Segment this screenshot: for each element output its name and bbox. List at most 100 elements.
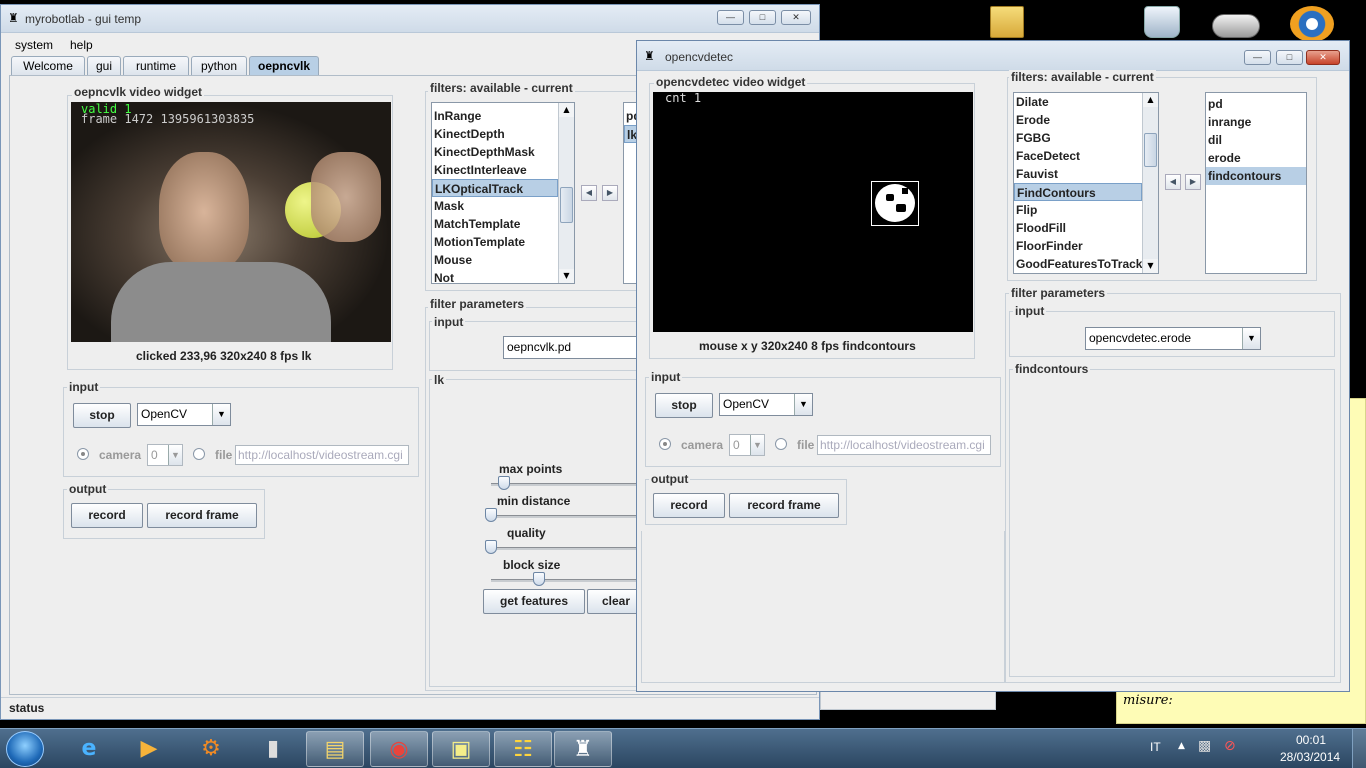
list-item-selected[interactable]: findcontours xyxy=(1206,167,1306,185)
list-item[interactable]: KinectDepthMask xyxy=(432,143,558,161)
maximize-button[interactable]: □ xyxy=(1276,50,1303,65)
min-distance-knob[interactable] xyxy=(485,508,497,522)
list-item[interactable]: Not xyxy=(432,269,558,283)
clock-time[interactable]: 00:01 xyxy=(1296,733,1326,747)
recycle-bin-icon[interactable] xyxy=(1144,6,1180,38)
clock-date[interactable]: 28/03/2014 xyxy=(1280,750,1340,764)
scroll-thumb[interactable] xyxy=(1144,133,1157,167)
media-player-icon[interactable]: ▶ xyxy=(120,731,178,767)
quality-slider[interactable] xyxy=(491,547,651,550)
remove-filter-arrow-icon[interactable]: ◀ xyxy=(581,185,597,201)
desktop-folder-icon[interactable] xyxy=(990,6,1024,38)
close-button[interactable]: ✕ xyxy=(1306,50,1340,65)
list-item[interactable]: MotionTemplate xyxy=(432,233,558,251)
list-item[interactable]: FloorFinder xyxy=(1014,237,1142,255)
start-button-icon[interactable] xyxy=(6,731,44,767)
min-distance-slider[interactable] xyxy=(491,515,651,518)
cv-record-button[interactable]: record xyxy=(653,493,725,518)
cv-file-url-field[interactable]: http://localhost/videostream.cgi xyxy=(817,435,991,455)
quality-knob[interactable] xyxy=(485,540,497,554)
list-item[interactable]: Dilate xyxy=(1014,93,1142,111)
list-item[interactable]: FloodFill xyxy=(1014,219,1142,237)
tab-runtime[interactable]: runtime xyxy=(123,56,189,75)
record-frame-button[interactable]: record frame xyxy=(147,503,257,528)
chrome-icon[interactable]: ◉ xyxy=(370,731,428,767)
list-item[interactable]: FaceDetect xyxy=(1014,147,1142,165)
tray-expand-icon[interactable]: ▲ xyxy=(1178,741,1185,751)
add-filter-arrow-icon[interactable]: ▶ xyxy=(602,185,618,201)
scroll-up-icon[interactable]: ▲ xyxy=(1143,93,1158,107)
record-button[interactable]: record xyxy=(71,503,143,528)
list-item[interactable]: Mask xyxy=(432,197,558,215)
list-item[interactable]: Erode xyxy=(1014,111,1142,129)
sticky-notes-icon[interactable]: ▣ xyxy=(432,731,490,767)
app-launcher-icon[interactable]: ▮ xyxy=(244,731,302,767)
tool-app-icon[interactable]: ⚙ xyxy=(182,731,240,767)
list-item[interactable]: GoodFeaturesToTrack xyxy=(1014,255,1142,273)
list-item-selected[interactable]: LKOpticalTrack xyxy=(432,179,558,197)
minimize-button[interactable]: — xyxy=(1244,50,1271,65)
cv-camera-index-select[interactable]: 0 ▼ xyxy=(729,434,765,456)
cv-filters-scrollbar[interactable]: ▲ ▼ xyxy=(1142,93,1158,273)
scroll-thumb[interactable] xyxy=(560,187,573,223)
list-item-selected[interactable]: FindContours xyxy=(1014,183,1142,201)
list-item[interactable]: erode xyxy=(1206,149,1306,167)
file-radio[interactable] xyxy=(193,448,205,460)
list-item[interactable]: InRange xyxy=(432,107,558,125)
camera-index-select[interactable]: 0 ▼ xyxy=(147,444,183,466)
scroll-down-icon[interactable]: ▼ xyxy=(1143,259,1158,273)
params-input-select[interactable]: oepncvlk.pd xyxy=(503,336,653,359)
cv-add-filter-arrow-icon[interactable]: ▶ xyxy=(1185,174,1201,190)
block-size-knob[interactable] xyxy=(533,572,545,586)
list-item[interactable]: pd xyxy=(1206,95,1306,113)
scroll-down-icon[interactable]: ▼ xyxy=(559,269,574,283)
cv-params-input-select[interactable]: opencvdetec.erode ▼ xyxy=(1085,327,1261,350)
menu-help[interactable]: help xyxy=(70,38,93,52)
available-filters-list[interactable]: InRange KinectDepth KinectDepthMask Kine… xyxy=(431,102,575,284)
list-item[interactable]: KinectDepth xyxy=(432,125,558,143)
menu-system[interactable]: system xyxy=(15,38,53,52)
cv-remove-filter-arrow-icon[interactable]: ◀ xyxy=(1165,174,1181,190)
gamepad-icon[interactable] xyxy=(1212,14,1260,38)
show-desktop-button[interactable] xyxy=(1352,729,1366,768)
python-icon[interactable]: ☷ xyxy=(494,731,552,767)
scroll-up-icon[interactable]: ▲ xyxy=(559,103,574,117)
cv-record-frame-button[interactable]: record frame xyxy=(729,493,839,518)
cv-stop-button[interactable]: stop xyxy=(655,393,713,418)
camera-feed[interactable]: valid 1 frame 1472 1395961303835 xyxy=(71,102,391,342)
block-size-slider[interactable] xyxy=(491,579,651,582)
contour-feed[interactable]: cnt 1 xyxy=(653,91,973,332)
minimize-button[interactable]: — xyxy=(717,10,744,25)
java-icon[interactable]: ♜ xyxy=(554,731,612,767)
tab-gui[interactable]: gui xyxy=(87,56,121,75)
get-features-button[interactable]: get features xyxy=(483,589,585,614)
list-item[interactable]: dil xyxy=(1206,131,1306,149)
list-item[interactable]: FGBG xyxy=(1014,129,1142,147)
maximize-button[interactable]: □ xyxy=(749,10,776,25)
tab-welcome[interactable]: Welcome xyxy=(11,56,85,75)
opencv-title-bar[interactable]: ♜ opencvdetec — □ ✕ xyxy=(637,41,1349,71)
explorer-icon[interactable]: ▤ xyxy=(306,731,364,767)
stop-button[interactable]: stop xyxy=(73,403,131,428)
list-item[interactable]: Flip xyxy=(1014,201,1142,219)
camera-radio[interactable] xyxy=(77,448,89,460)
language-indicator[interactable]: IT xyxy=(1150,740,1161,754)
tab-oepncvlk[interactable]: oepncvlk xyxy=(249,56,319,75)
tab-python[interactable]: python xyxy=(191,56,247,75)
max-points-slider[interactable] xyxy=(491,483,651,486)
volume-muted-icon[interactable]: ⊘ xyxy=(1224,738,1236,754)
source-select[interactable]: OpenCV ▼ xyxy=(137,403,231,426)
list-item[interactable]: Mouse xyxy=(432,251,558,269)
list-item[interactable]: MatchTemplate xyxy=(432,215,558,233)
cv-available-filters-list[interactable]: Dilate Erode FGBG FaceDetect Fauvist Fin… xyxy=(1013,92,1159,274)
chrome-like-icon[interactable] xyxy=(1290,6,1334,42)
file-url-field[interactable]: http://localhost/videostream.cgi xyxy=(235,445,409,465)
cv-source-select[interactable]: OpenCV ▼ xyxy=(719,393,813,416)
cv-current-filters-list[interactable]: pd inrange dil erode findcontours xyxy=(1205,92,1307,274)
cv-camera-radio[interactable] xyxy=(659,438,671,450)
internet-explorer-icon[interactable]: e xyxy=(60,731,118,767)
main-title-bar[interactable]: ♜ myrobotlab - gui temp — □ ✕ xyxy=(1,5,819,33)
filters-scrollbar[interactable]: ▲ ▼ xyxy=(558,103,574,283)
network-icon[interactable]: ▩ xyxy=(1198,738,1211,754)
list-item[interactable]: KinectInterleave xyxy=(432,161,558,179)
